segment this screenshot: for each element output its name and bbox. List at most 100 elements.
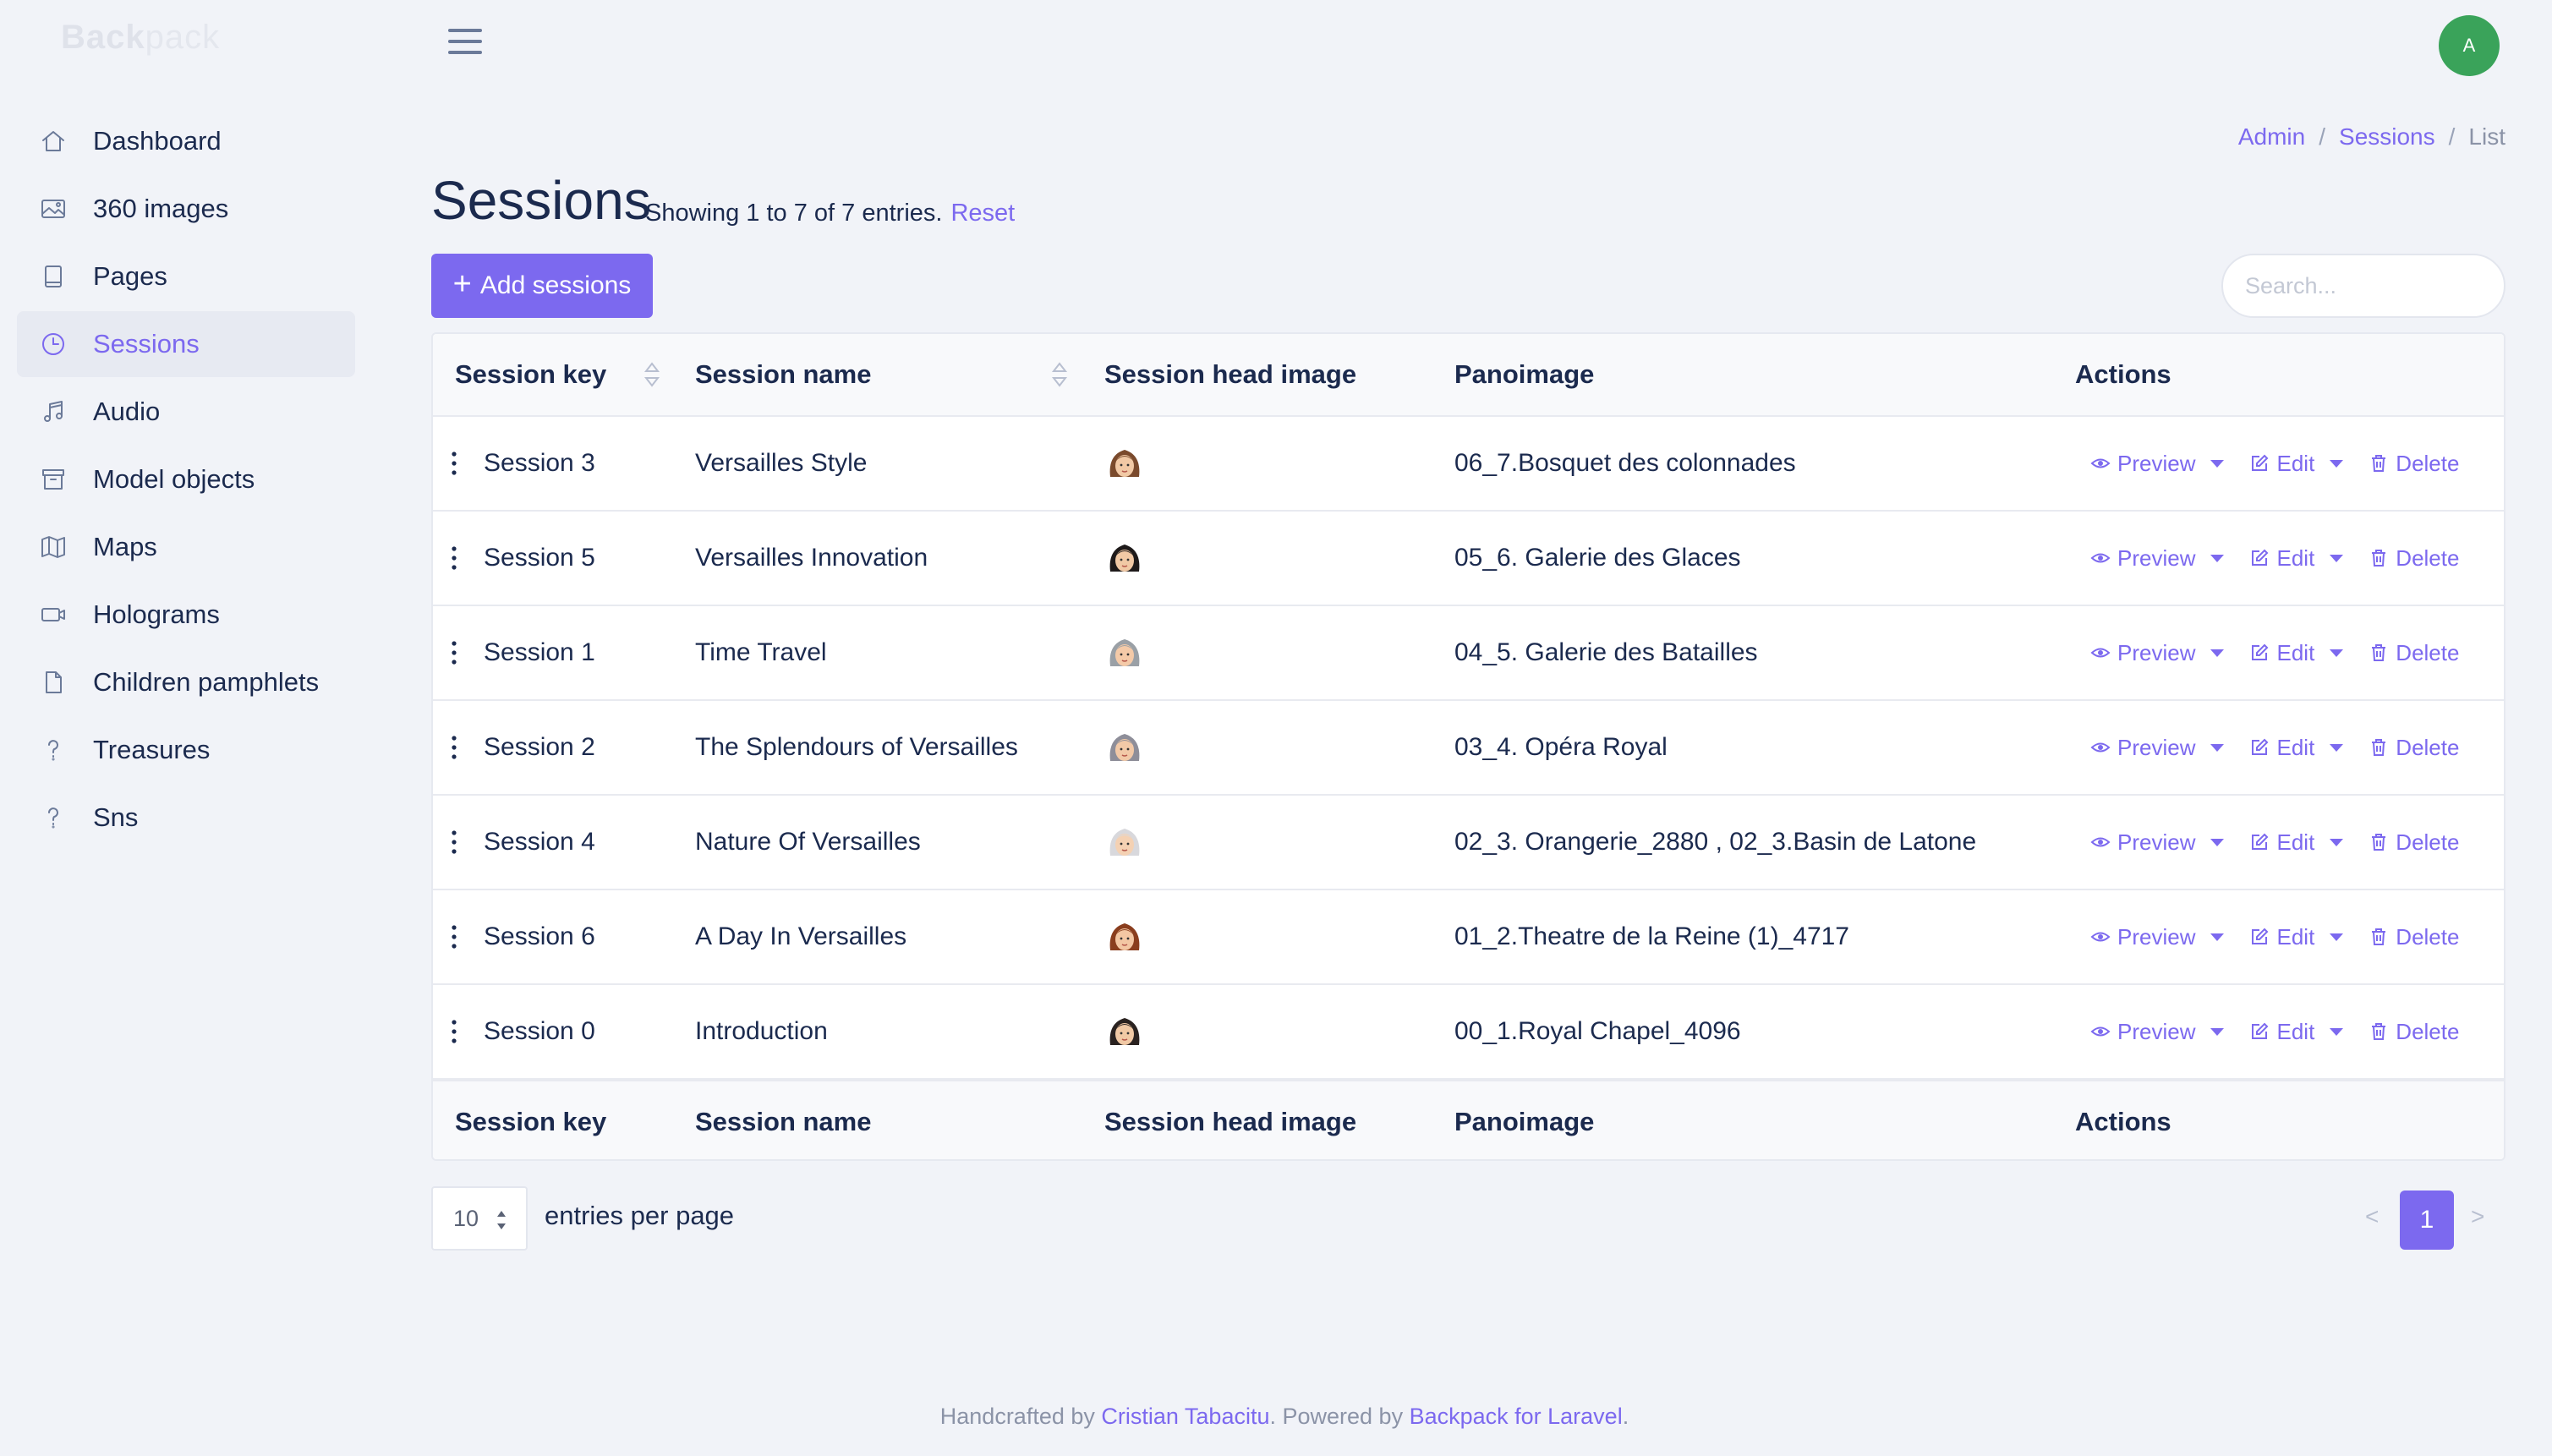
delete-button[interactable]: Delete bbox=[2369, 451, 2459, 477]
preview-dropdown-caret[interactable] bbox=[2210, 1027, 2225, 1036]
column-header[interactable]: Session name bbox=[695, 334, 871, 415]
sidebar-item-sns[interactable]: Sns bbox=[17, 785, 355, 851]
sidebar-item-pages[interactable]: Pages bbox=[17, 244, 355, 309]
delete-button[interactable]: Delete bbox=[2369, 640, 2459, 666]
reset-link[interactable]: Reset bbox=[950, 200, 1015, 227]
edit-button[interactable]: Edit bbox=[2249, 1019, 2314, 1045]
sidebar-item-label: Dashboard bbox=[93, 126, 222, 156]
preview-button[interactable]: Preview bbox=[2090, 735, 2195, 761]
sidebar-item-label: 360 images bbox=[93, 194, 229, 223]
sidebar-item-audio[interactable]: Audio bbox=[17, 379, 355, 445]
preview-dropdown-caret[interactable] bbox=[2210, 459, 2225, 468]
delete-button[interactable]: Delete bbox=[2369, 1019, 2459, 1045]
edit-icon bbox=[2249, 737, 2276, 758]
trash-icon bbox=[2369, 927, 2396, 947]
edit-dropdown-caret[interactable] bbox=[2330, 838, 2344, 846]
entries-info: Showing 1 to 7 of 7 entries. Reset bbox=[645, 200, 1015, 227]
preview-button[interactable]: Preview bbox=[2090, 924, 2195, 950]
question-icon bbox=[39, 736, 68, 764]
breadcrumb-sessions[interactable]: Sessions bbox=[2339, 123, 2435, 151]
sidebar-item-model-objects[interactable]: Model objects bbox=[17, 446, 355, 512]
per-page-value: 10 bbox=[453, 1205, 479, 1231]
preview-button[interactable]: Preview bbox=[2090, 829, 2195, 856]
breadcrumb-separator: / bbox=[2448, 123, 2456, 150]
sort-icon[interactable] bbox=[1050, 334, 1069, 415]
edit-button[interactable]: Edit bbox=[2249, 640, 2314, 666]
per-page-select[interactable]: 10 bbox=[431, 1186, 528, 1251]
actions-cell: Preview Edit Delete bbox=[2090, 985, 2459, 1078]
edit-button[interactable]: Edit bbox=[2249, 924, 2314, 950]
session-key-cell: Session 1 bbox=[484, 638, 595, 666]
sidebar-item-sessions[interactable]: Sessions bbox=[17, 311, 355, 377]
head-avatar-image bbox=[1109, 545, 1140, 572]
edit-dropdown-caret[interactable] bbox=[2330, 554, 2344, 562]
edit-button[interactable]: Edit bbox=[2249, 829, 2314, 856]
menu-toggle-icon[interactable] bbox=[448, 29, 482, 59]
column-header[interactable]: Session key bbox=[455, 334, 606, 415]
edit-dropdown-caret[interactable] bbox=[2330, 459, 2344, 468]
delete-button[interactable]: Delete bbox=[2369, 829, 2459, 856]
row-menu-icon[interactable] bbox=[450, 606, 458, 699]
sort-icon[interactable] bbox=[643, 334, 661, 415]
session-head-image-cell bbox=[1104, 701, 1145, 794]
image-icon bbox=[39, 194, 68, 223]
session-name-cell: Versailles Innovation bbox=[695, 544, 928, 572]
pagination-page-1[interactable]: 1 bbox=[2400, 1191, 2454, 1250]
preview-dropdown-caret[interactable] bbox=[2210, 933, 2225, 941]
preview-button[interactable]: Preview bbox=[2090, 545, 2195, 572]
sidebar-item-360-images[interactable]: 360 images bbox=[17, 176, 355, 242]
row-menu-icon[interactable] bbox=[450, 796, 458, 889]
eye-icon bbox=[2090, 453, 2117, 473]
edit-dropdown-caret[interactable] bbox=[2330, 743, 2344, 752]
trash-icon bbox=[2369, 832, 2396, 852]
eye-icon bbox=[2090, 832, 2117, 852]
edit-icon bbox=[2249, 548, 2276, 568]
preview-dropdown-caret[interactable] bbox=[2210, 554, 2225, 562]
preview-button[interactable]: Preview bbox=[2090, 451, 2195, 477]
preview-dropdown-caret[interactable] bbox=[2210, 743, 2225, 752]
row-menu-icon[interactable] bbox=[450, 512, 458, 605]
sidebar-item-children-pamphlets[interactable]: Children pamphlets bbox=[17, 649, 355, 715]
delete-button[interactable]: Delete bbox=[2369, 735, 2459, 761]
session-head-image-cell bbox=[1104, 890, 1145, 983]
sidebar-item-dashboard[interactable]: Dashboard bbox=[17, 108, 355, 174]
panoimage-cell: 06_7.Bosquet des colonnades bbox=[1454, 449, 1796, 477]
user-avatar[interactable]: A bbox=[2439, 15, 2500, 76]
delete-button[interactable]: Delete bbox=[2369, 924, 2459, 950]
backpack-link[interactable]: Backpack for Laravel bbox=[1410, 1404, 1623, 1429]
preview-dropdown-caret[interactable] bbox=[2210, 838, 2225, 846]
row-menu-icon[interactable] bbox=[450, 701, 458, 794]
entries-count-text: Showing 1 to 7 of 7 entries. bbox=[645, 200, 943, 227]
pagination-prev[interactable]: < bbox=[2365, 1203, 2379, 1230]
sidebar-item-label: Sessions bbox=[93, 329, 200, 359]
edit-dropdown-caret[interactable] bbox=[2330, 649, 2344, 657]
sidebar-item-maps[interactable]: Maps bbox=[17, 514, 355, 580]
head-avatar-image bbox=[1109, 450, 1140, 477]
preview-button[interactable]: Preview bbox=[2090, 640, 2195, 666]
preview-button[interactable]: Preview bbox=[2090, 1019, 2195, 1045]
edit-button[interactable]: Edit bbox=[2249, 451, 2314, 477]
row-menu-icon[interactable] bbox=[450, 890, 458, 983]
session-name-cell: Nature Of Versailles bbox=[695, 828, 921, 856]
add-sessions-button[interactable]: + Add sessions bbox=[431, 254, 653, 318]
edit-dropdown-caret[interactable] bbox=[2330, 1027, 2344, 1036]
edit-button[interactable]: Edit bbox=[2249, 545, 2314, 572]
panoimage-cell: 04_5. Galerie des Batailles bbox=[1454, 638, 1758, 666]
edit-dropdown-caret[interactable] bbox=[2330, 933, 2344, 941]
edit-icon bbox=[2249, 1021, 2276, 1042]
preview-dropdown-caret[interactable] bbox=[2210, 649, 2225, 657]
breadcrumb-admin[interactable]: Admin bbox=[2238, 123, 2305, 151]
author-link[interactable]: Cristian Tabacitu bbox=[1101, 1404, 1269, 1429]
sidebar-item-holograms[interactable]: Holograms bbox=[17, 582, 355, 648]
pagination-next[interactable]: > bbox=[2471, 1203, 2484, 1230]
add-sessions-label: Add sessions bbox=[479, 271, 632, 299]
edit-button[interactable]: Edit bbox=[2249, 735, 2314, 761]
sidebar-item-treasures[interactable]: Treasures bbox=[17, 717, 355, 783]
edit-icon bbox=[2249, 927, 2276, 947]
delete-button[interactable]: Delete bbox=[2369, 545, 2459, 572]
search-input[interactable] bbox=[2221, 254, 2505, 318]
row-menu-icon[interactable] bbox=[450, 985, 458, 1078]
row-menu-icon[interactable] bbox=[450, 417, 458, 510]
brand-logo[interactable]: Backpack bbox=[61, 19, 220, 57]
table-row: Session 1 Time Travel 04_5. Galerie des Ba… bbox=[433, 606, 2504, 701]
